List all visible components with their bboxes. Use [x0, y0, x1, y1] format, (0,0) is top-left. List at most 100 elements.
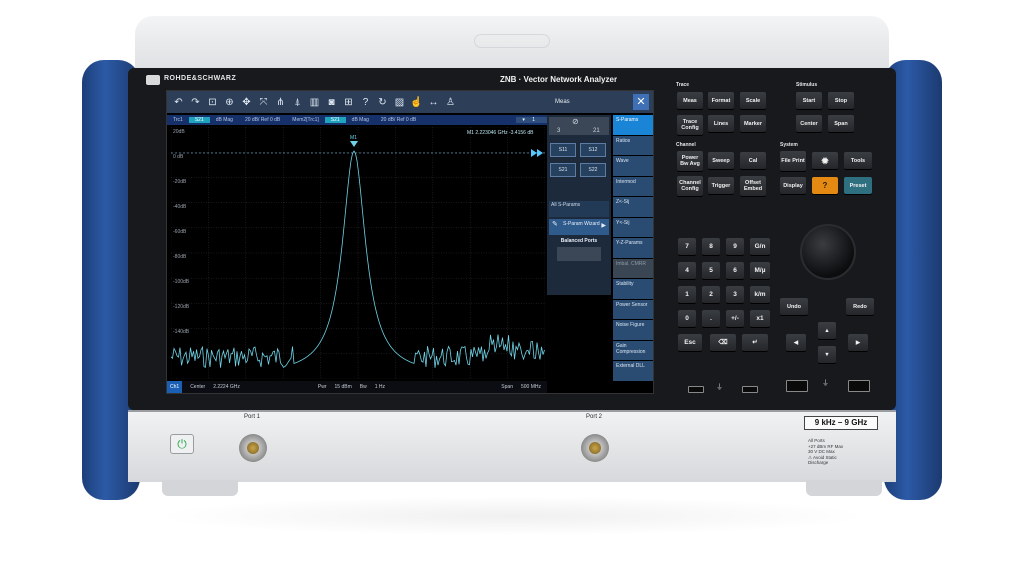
scale-key[interactable]: Scale	[740, 92, 766, 109]
redo-icon[interactable]: ↷	[188, 95, 203, 110]
display-layout-icon[interactable]: ▨	[392, 95, 407, 110]
bw-value[interactable]: 1 Hz	[375, 384, 385, 390]
key-sign[interactable]: +/-	[726, 310, 744, 327]
cal-key[interactable]: Cal	[740, 152, 766, 169]
key-mega[interactable]: M/µ	[750, 262, 770, 279]
redo-key[interactable]: Redo	[846, 298, 874, 315]
key-5[interactable]: 5	[702, 262, 720, 279]
softkey-stability[interactable]: Stability	[613, 279, 653, 299]
trace1-name[interactable]: Trc1	[167, 117, 189, 123]
start-key[interactable]: Start	[796, 92, 822, 109]
touch-icon[interactable]: ☝	[409, 95, 424, 110]
trace1-param[interactable]: S21	[188, 117, 210, 123]
power-bw-avg-key[interactable]: Power Bw Avg	[677, 151, 703, 171]
sparam-s11[interactable]: S11	[550, 143, 576, 157]
trace1-scale[interactable]: 20 dB/ Ref 0 dB	[239, 117, 286, 123]
zoom-window-icon[interactable]: ⊡	[205, 95, 220, 110]
offset-embed-key[interactable]: Offset Embed	[740, 176, 766, 196]
camera-icon[interactable]: ◙	[324, 95, 339, 110]
port2-connector[interactable]	[578, 428, 612, 468]
arrow-up-key[interactable]: ▲	[818, 322, 836, 339]
display-key[interactable]: Display	[780, 177, 806, 194]
user-icon[interactable]: ♙	[443, 95, 458, 110]
power-button[interactable]: ⏻	[170, 434, 194, 454]
arrows-icon[interactable]: ↔	[426, 95, 441, 110]
key-kilo[interactable]: k/m	[750, 286, 770, 303]
marker-m1-icon[interactable]	[350, 141, 358, 147]
tools-key[interactable]: Tools	[844, 152, 872, 169]
key-2[interactable]: 2	[702, 286, 720, 303]
power-value[interactable]: 15 dBm	[335, 384, 352, 390]
span-key[interactable]: Span	[828, 115, 854, 132]
key-7[interactable]: 7	[678, 238, 696, 255]
trace-counter[interactable]: ▾ 1	[516, 117, 547, 123]
softkey-intermod[interactable]: Intermod	[613, 176, 653, 196]
softkey-power-sensor[interactable]: Power Sensor	[613, 299, 653, 319]
softkey-y-sij[interactable]: Y<-Sij	[613, 217, 653, 237]
arrow-right-key[interactable]: ▶	[848, 334, 868, 351]
help-icon[interactable]: ?	[358, 95, 373, 110]
trigger-key[interactable]: Trigger	[708, 177, 734, 194]
arrow-left-key[interactable]: ◀	[786, 334, 806, 351]
rotary-knob[interactable]	[800, 224, 856, 280]
trace-diagram[interactable]: 20dB 0 dB -20dB -40dB -60dB -80dB -100dB -120dB…	[171, 127, 545, 379]
disable-icon[interactable]: ⊘	[572, 117, 579, 126]
trace2-name[interactable]: Mem2[Trc1]	[286, 117, 324, 123]
key-0[interactable]: 0	[678, 310, 696, 327]
meas-key[interactable]: Meas	[677, 92, 703, 109]
trace2-param[interactable]: S21	[324, 117, 346, 123]
softkey-y-z-params[interactable]: Y-Z-Params	[613, 238, 653, 258]
delete-icon[interactable]: ▥	[307, 95, 322, 110]
sparam-wizard-button[interactable]: ✎ S-Param Wizard ▶	[549, 219, 609, 235]
trace1-format[interactable]: dB Mag	[210, 117, 239, 123]
trace2-scale[interactable]: 20 dB/ Ref 0 dB	[375, 117, 422, 123]
softkey-gain-compression[interactable]: Gain Compression	[613, 340, 653, 360]
softkey-s-params[interactable]: S-Params	[613, 115, 653, 135]
close-button[interactable]: ✕	[633, 94, 649, 110]
sweep-key[interactable]: Sweep	[708, 152, 734, 169]
key-dot[interactable]: .	[702, 310, 720, 327]
zoom-pan-icon[interactable]: ✥	[239, 95, 254, 110]
port1-connector[interactable]	[236, 428, 270, 468]
softkey-imbal-cmrr[interactable]: Imbal. CMRR	[613, 258, 653, 278]
center-key[interactable]: Center	[796, 115, 822, 132]
softkey-wave[interactable]: Wave	[613, 156, 653, 176]
softkey-ratios[interactable]: Ratios	[613, 135, 653, 155]
key-4[interactable]: 4	[678, 262, 696, 279]
key-9[interactable]: 9	[726, 238, 744, 255]
zoom-icon[interactable]: ⊕	[222, 95, 237, 110]
softkey-z-sij[interactable]: Z<-Sij	[613, 197, 653, 217]
resize-icon[interactable]: ⤧	[256, 95, 271, 110]
sparam-s22[interactable]: S22	[580, 163, 606, 177]
settings-gear-key[interactable]: ✹	[812, 152, 838, 169]
undo-key[interactable]: Undo	[780, 298, 808, 315]
softkey-external-dll[interactable]: External DLL	[613, 361, 653, 381]
key-6[interactable]: 6	[726, 262, 744, 279]
channel-badge[interactable]: Ch1	[167, 381, 183, 393]
marker-search-icon[interactable]: ⍋	[290, 95, 305, 110]
lines-key[interactable]: Lines	[708, 115, 734, 132]
trace2-format[interactable]: dB Mag	[346, 117, 375, 123]
enter-key[interactable]: ↵	[742, 334, 768, 351]
refresh-icon[interactable]: ↻	[375, 95, 390, 110]
preset-key[interactable]: Preset	[844, 177, 872, 194]
all-sparams-button[interactable]: All S-Params	[549, 201, 609, 217]
balanced-ports-config[interactable]	[557, 247, 601, 261]
softkey-noise-figure[interactable]: Noise Figure	[613, 320, 653, 340]
esc-key[interactable]: Esc	[678, 334, 702, 351]
sparam-s21[interactable]: S21	[550, 163, 576, 177]
arrow-down-key[interactable]: ▼	[818, 346, 836, 363]
key-x1[interactable]: x1	[750, 310, 770, 327]
channel-config-key[interactable]: Channel Config	[677, 176, 703, 196]
center-value[interactable]: 2.2224 GHz	[213, 384, 240, 390]
trace-config-key[interactable]: Trace Config	[677, 115, 703, 135]
span-value[interactable]: 500 MHz	[521, 384, 541, 390]
marker-key[interactable]: Marker	[740, 115, 766, 132]
undo-icon[interactable]: ↶	[171, 95, 186, 110]
stop-key[interactable]: Stop	[828, 92, 854, 109]
backspace-key[interactable]: ⌫	[710, 334, 736, 351]
sparam-s12[interactable]: S12	[580, 143, 606, 157]
reference-arrow-icon[interactable]	[537, 149, 543, 157]
key-1[interactable]: 1	[678, 286, 696, 303]
windows-icon[interactable]: ⊞	[341, 95, 356, 110]
